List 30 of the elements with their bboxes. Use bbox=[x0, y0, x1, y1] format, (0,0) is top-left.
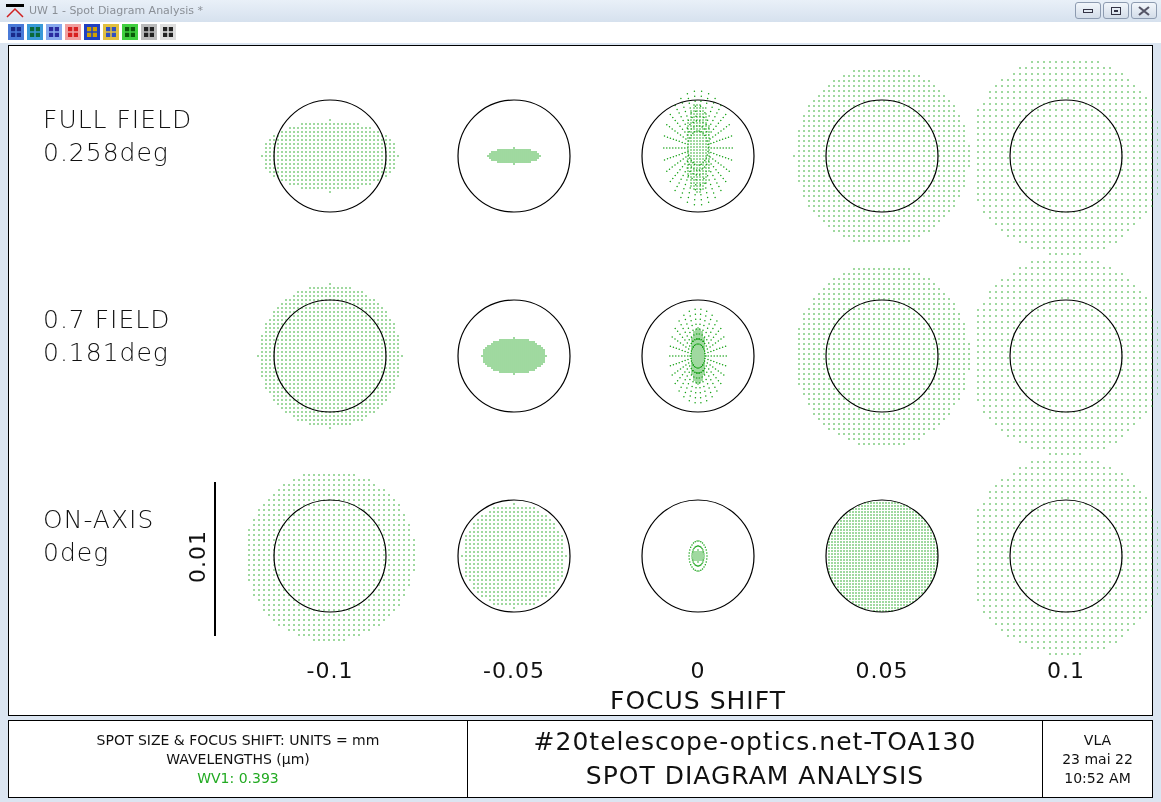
window-title: UW 1 - Spot Diagram Analysis * bbox=[29, 4, 204, 18]
maximize-button[interactable] bbox=[1103, 2, 1129, 20]
field-angle: 0.181deg bbox=[43, 338, 170, 367]
focus-shift-value: 0.1 bbox=[1047, 657, 1085, 683]
field-label: ON-AXIS bbox=[43, 505, 156, 534]
field-label: FULL FIELD bbox=[43, 105, 193, 134]
author-text: VLA bbox=[1083, 730, 1112, 750]
date-text: 23 mai 22 bbox=[1062, 749, 1133, 769]
field-label: 0.7 FIELD bbox=[43, 305, 172, 334]
app-logo-icon bbox=[6, 3, 24, 18]
close-icon bbox=[1138, 5, 1150, 16]
axis-title: FOCUS SHIFT bbox=[610, 686, 786, 715]
grid-icon[interactable] bbox=[8, 24, 24, 41]
close-button[interactable] bbox=[1131, 2, 1157, 20]
scale-label: 0.01 bbox=[185, 529, 210, 583]
focus-shift-value: -0.05 bbox=[483, 657, 545, 683]
units-text: SPOT SIZE & FOCUS SHIFT: UNITS = mm bbox=[96, 730, 380, 750]
minimize-button[interactable] bbox=[1075, 2, 1101, 20]
focus-shift-value: 0 bbox=[690, 657, 706, 683]
minimize-icon bbox=[1083, 8, 1093, 13]
analysis-title: SPOT DIAGRAM ANALYSIS bbox=[585, 760, 925, 792]
focus-shift-value: 0.05 bbox=[855, 657, 909, 683]
field-angle: 0.258deg bbox=[43, 138, 170, 167]
focus-shift-value: -0.1 bbox=[306, 657, 354, 683]
wavelengths-text: WAVELENGTHS (μm) bbox=[166, 749, 310, 769]
lens-title: #20telescope-optics.net-TOA130 bbox=[533, 726, 977, 758]
time-text: 10:52 AM bbox=[1064, 768, 1131, 788]
wavelength-text: WV1: 0.393 bbox=[197, 768, 279, 788]
field-angle: 0deg bbox=[43, 538, 111, 567]
maximize-icon bbox=[1111, 6, 1121, 15]
